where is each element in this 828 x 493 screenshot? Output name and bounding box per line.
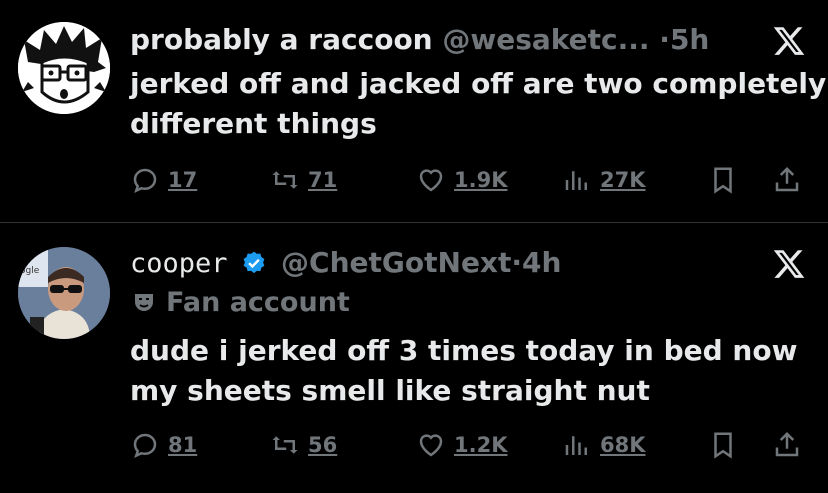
bookmark-icon [714,432,732,459]
reply-button[interactable]: 81 [130,425,197,465]
tweet-text: dude i jerked off 3 times today in bed n… [130,331,820,411]
display-name[interactable]: cooper [130,248,228,279]
avatar[interactable] [18,22,110,114]
separator-dot: · [511,246,523,279]
display-name[interactable]: probably a raccoon [130,23,433,56]
mask-icon [135,294,153,311]
bookmark-button[interactable] [708,160,746,200]
handle[interactable]: @wesaketc... [442,23,649,56]
like-count: 1.9K [454,168,508,192]
views-button[interactable]: 27K [562,160,646,200]
tweet-text: jerked off and jacked off are two comple… [130,64,827,144]
fan-account-label: Fan account [132,283,350,323]
views-count: 68K [600,433,646,457]
views-count: 27K [600,168,646,192]
like-count: 1.2K [454,433,508,457]
reply-icon [133,433,157,458]
tweet-header: cooper @ChetGotNext·4h [130,243,561,284]
share-button[interactable] [772,160,810,200]
views-icon [565,171,587,190]
avatar-caption: ogle [20,266,40,276]
reply-count: 81 [168,433,198,457]
x-logo-icon[interactable] [772,247,806,281]
heart-icon [419,434,443,457]
x-logo-icon[interactable] [772,24,806,58]
like-button[interactable]: 1.9K [416,160,507,200]
retweet-icon [272,436,298,454]
tweet-text-line: different things [130,107,377,140]
timestamp[interactable]: 5h [670,23,709,56]
fan-account-text: Fan account [166,287,350,318]
tweet-text-line: jerked off and jacked off are two comple… [130,67,827,100]
share-icon [775,166,799,192]
action-bar: 81 56 1.2K 68K [130,425,810,465]
views-button[interactable]: 68K [562,425,646,465]
retweet-button[interactable]: 71 [270,160,337,200]
views-icon [565,436,587,455]
retweet-button[interactable]: 56 [270,425,337,465]
like-button[interactable]: 1.2K [416,425,507,465]
separator-dot: · [659,23,670,56]
tweet-2[interactable]: ogle cooper @ChetGotNext·4h Fan account … [0,223,828,493]
avatar[interactable]: ogle [18,247,110,339]
timestamp[interactable]: 4h [522,246,561,279]
action-bar: 17 71 1.9K 27K [130,160,810,200]
cartoon-avatar-icon [18,22,110,114]
reply-count: 17 [168,168,198,192]
verified-badge-icon[interactable] [241,250,267,276]
reply-button[interactable]: 17 [130,160,197,200]
tweet-1[interactable]: probably a raccoon @wesaketc... ·5h jerk… [0,0,828,222]
heart-icon [419,169,443,192]
retweet-icon [272,171,298,189]
tweet-text-line: my sheets smell like straight nut [130,374,650,407]
share-button[interactable] [772,425,810,465]
photo-avatar-icon: ogle [18,247,110,339]
tweet-header: probably a raccoon @wesaketc... ·5h [130,20,709,60]
retweet-count: 71 [308,168,338,192]
retweet-count: 56 [308,433,338,457]
reply-icon [133,168,157,193]
tweet-text-line: dude i jerked off 3 times today in bed n… [130,334,798,367]
bookmark-icon [714,167,732,194]
share-icon [775,431,799,457]
handle[interactable]: @ChetGotNext [281,246,511,279]
bookmark-button[interactable] [708,425,746,465]
